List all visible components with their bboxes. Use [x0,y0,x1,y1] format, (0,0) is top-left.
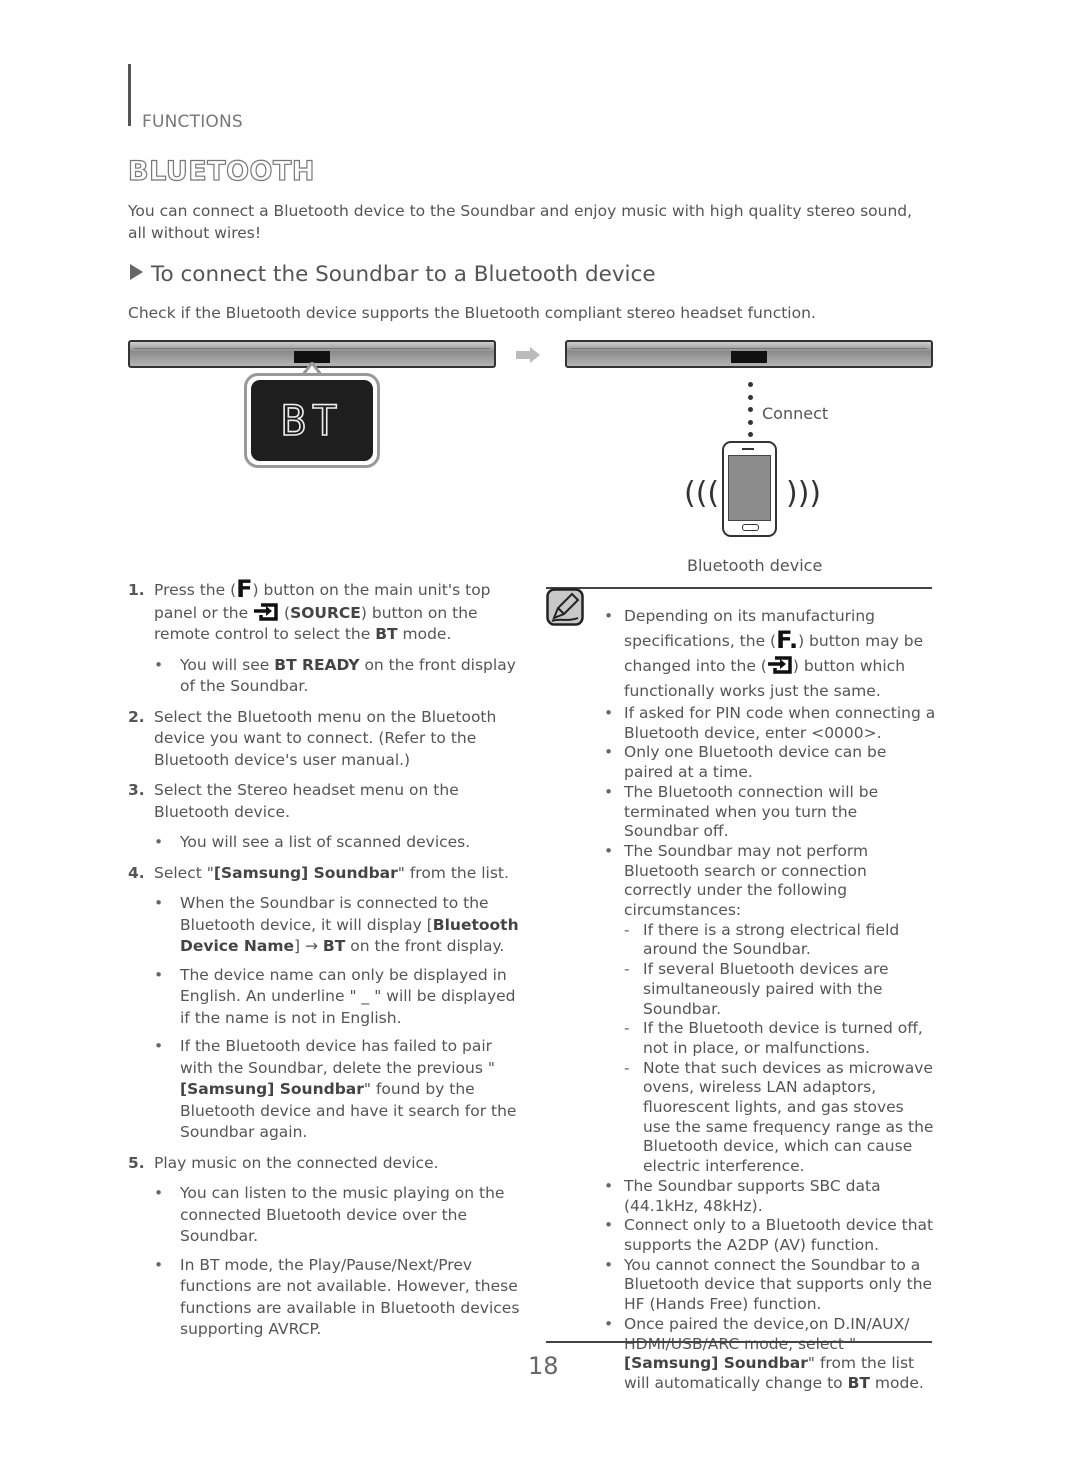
step-4-note-2: The device name can only be displayed in… [128,965,520,1030]
page-number: 18 [528,1352,559,1380]
step-1: 1. Press the (F) button on the main unit… [128,575,491,643]
function-button-icon: F. [776,626,799,654]
step-4-note-1: When the Soundbar is connected to the Bl… [128,893,520,958]
note-5: The Soundbar may not perform Bluetooth s… [604,842,936,921]
note-5-item-2: If several Bluetooth devices are simulta… [604,960,936,1019]
note-pencil-icon [546,588,584,626]
note-8: You cannot connect the Soundbar to a Blu… [604,1256,936,1315]
bluetooth-device-label: Bluetooth device [687,556,823,575]
step-5: 5. Play music on the connected device. [128,1153,439,1172]
subheading-text: To connect the Soundbar to a Bluetooth d… [151,262,656,287]
note-2: If asked for PIN code when connecting a … [604,704,936,743]
source-button-icon [254,602,278,621]
arrow-right-icon [516,347,540,363]
section-label: FUNCTIONS [142,112,243,132]
check-text: Check if the Bluetooth device supports t… [128,304,816,322]
display-text: BT [280,395,344,446]
front-display-callout: BT [244,373,380,468]
step-3-note: You will see a list of scanned devices. [128,832,520,854]
subheading: To connect the Soundbar to a Bluetooth d… [130,262,656,287]
step-2: 2. Select the Bluetooth menu on the Bluet… [128,707,497,769]
note-5-item-3: If the Bluetooth device is turned off, n… [604,1019,936,1058]
note-9: Once paired the device,on D.IN/AUX/ HDMI… [604,1315,936,1394]
soundbar-illustration-right [565,340,933,368]
note-5-item-1: If there is a strong electrical field ar… [604,921,936,960]
function-button-icon: F [236,575,253,603]
notes-list: Depending on its manufacturing specifica… [604,604,936,1394]
steps-list: 1. Press the (F) button on the main unit… [128,575,520,1348]
note-4: The Bluetooth connection will be termina… [604,783,936,842]
note-1: Depending on its manufacturing specifica… [604,604,936,704]
smartphone-icon [722,441,777,537]
triangle-bullet-icon [130,264,143,280]
step-4-note-3: If the Bluetooth device has failed to pa… [128,1036,520,1144]
note-divider-top [546,587,932,589]
connection-dots [748,382,754,445]
note-5-item-4: Note that such devices as microwave oven… [604,1059,936,1177]
note-6: The Soundbar supports SBC data (44.1kHz,… [604,1177,936,1216]
step-3: 3. Select the Stereo headset menu on the … [128,781,459,821]
signal-waves-right-icon: ))) [786,476,822,511]
connect-label: Connect [762,404,829,423]
source-button-icon [767,656,792,674]
step-5-note-2: In BT mode, the Play/Pause/Next/Prev fun… [128,1255,520,1341]
note-3: Only one Bluetooth device can be paired … [604,743,936,782]
note-7: Connect only to a Bluetooth device that … [604,1216,936,1255]
page-title: BLUETOOTH [127,155,316,187]
step-5-note-1: You can listen to the music playing on t… [128,1183,520,1248]
note-divider-bottom [546,1341,932,1343]
intro-text: You can connect a Bluetooth device to th… [128,202,913,242]
step-1-note: You will see BT READY on the front displ… [128,655,520,698]
signal-waves-left-icon: ((( [684,476,720,511]
section-marker-bar [128,64,131,126]
step-4: 4. Select "[Samsung] Soundbar" from the l… [128,863,509,882]
